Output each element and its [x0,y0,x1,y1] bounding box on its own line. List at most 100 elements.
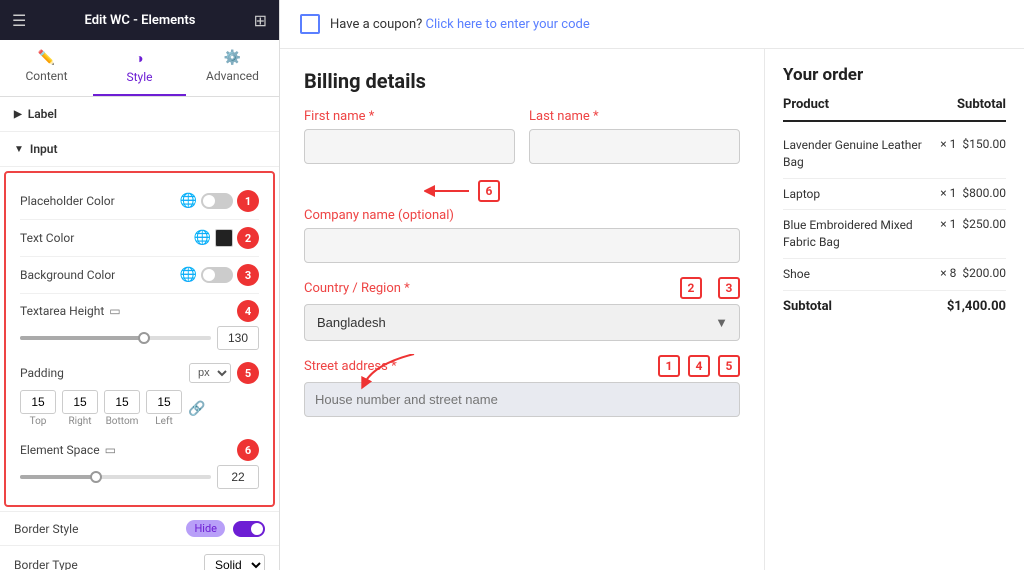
padding-bottom-label: Bottom [104,416,140,427]
input-arrow-icon: ▼ [14,144,24,155]
first-name-group: First name * [304,109,515,164]
element-space-label: Element Space ▭ [20,443,116,457]
background-color-controls: 🌐 3 [180,264,259,286]
bg-globe-icon[interactable]: 🌐 [180,267,197,283]
textarea-height-input[interactable]: 130 [217,326,259,350]
advanced-icon: ⚙️ [224,50,241,66]
padding-bottom-input[interactable] [104,390,140,414]
order-item-3-price: $200.00 [962,266,1006,280]
tab-advanced[interactable]: ⚙️ Advanced [186,40,279,96]
padding-right-label: Right [62,416,98,427]
padding-right-field: Right [62,390,98,427]
main-content: Billing details First name * Last name * [280,49,1024,570]
left-panel: ☰ Edit WC - Elements ⊞ ✏️ Content ◑ Styl… [0,0,280,570]
tab-content[interactable]: ✏️ Content [0,40,93,96]
order-item-0-name: Lavender Genuine Leather Bag [783,137,934,171]
border-type-label: Border Type [14,558,78,570]
label-arrow-icon: ▶ [14,109,22,120]
street-arrow-svg [354,354,434,390]
border-style-label: Border Style [14,522,78,536]
placeholder-globe-icon[interactable]: 🌐 [180,193,197,209]
element-space-badge: 6 [237,439,259,461]
border-type-select[interactable]: Solid [204,554,265,570]
padding-left-input[interactable] [146,390,182,414]
element-space-track[interactable] [20,475,211,479]
padding-top-input[interactable] [20,390,56,414]
billing-title: Billing details [304,69,740,93]
content-icon: ✏️ [38,50,55,66]
order-item-2-price: $250.00 [962,217,1006,231]
company-name-group: Company name (optional) [304,208,740,263]
order-item-1: Laptop × 1 $800.00 [783,179,1006,211]
order-item-0-price: $150.00 [962,137,1006,151]
street-group: Street address * 1 4 5 [304,355,740,417]
border-style-row: Border Style Hide [0,511,279,545]
annotation-badge-5: 5 [718,355,740,377]
order-item-3: Shoe × 8 $200.00 [783,259,1006,291]
order-item-1-name: Laptop [783,186,934,203]
background-color-badge: 3 [237,264,259,286]
text-color-swatch[interactable] [215,229,233,247]
order-subtotal-row: Subtotal $1,400.00 [783,291,1006,322]
order-item-2: Blue Embroidered Mixed Fabric Bag × 1 $2… [783,210,1006,259]
panel-title: Edit WC - Elements [84,13,195,28]
arrow-6-svg [424,181,474,201]
padding-right-input[interactable] [62,390,98,414]
text-color-controls: 🌐 2 [194,227,259,249]
order-item-2-name: Blue Embroidered Mixed Fabric Bag [783,217,934,251]
padding-link-icon[interactable]: 🔗 [188,401,205,417]
background-color-toggle[interactable] [201,267,233,283]
input-section-header[interactable]: ▼ Input [0,132,279,167]
coupon-icon [300,14,320,34]
padding-inputs: Top Right Bottom Left 🔗 [20,390,259,427]
order-header: Product Subtotal [783,97,1006,122]
order-item-3-qty: × 8 [934,266,962,280]
padding-left-field: Left [146,390,182,427]
panel-header: ☰ Edit WC - Elements ⊞ [0,0,279,40]
element-space-input[interactable]: 22 [217,465,259,489]
input-section-title: Input [30,142,58,156]
order-summary: Your order Product Subtotal Lavender Gen… [764,49,1024,570]
element-space-row: Element Space ▭ 6 22 [20,433,259,495]
order-item-3-name: Shoe [783,266,934,283]
annotation-badge-1: 1 [658,355,680,377]
last-name-input[interactable] [529,129,740,164]
order-item-1-qty: × 1 [934,186,962,200]
input-section-content: Placeholder Color 🌐 1 Text Color 🌐 2 Bac [4,171,275,507]
panel-body: ▶ Label ▼ Input Placeholder Color 🌐 1 Te… [0,97,279,570]
padding-badge: 5 [237,362,259,384]
text-color-label: Text Color [20,231,194,245]
country-select-wrap: Bangladesh ▼ [304,304,740,341]
style-icon: ◑ [135,50,143,67]
textarea-height-track[interactable] [20,336,211,340]
order-subtotal-label: Subtotal [783,299,832,314]
padding-unit-select[interactable]: px [189,363,231,383]
country-select[interactable]: Bangladesh [304,304,740,341]
placeholder-color-toggle[interactable] [201,193,233,209]
country-label: Country / Region * [304,281,410,296]
first-name-input[interactable] [304,129,515,164]
textarea-height-label: Textarea Height ▭ [20,304,121,318]
order-subtotal-header: Subtotal [957,97,1006,112]
border-style-toggle[interactable] [233,521,265,537]
annotation-badge-6: 6 [478,180,500,202]
padding-top-label: Top [20,416,56,427]
tab-style[interactable]: ◑ Style [93,40,186,96]
coupon-text: Have a coupon? Click here to enter your … [330,17,590,32]
menu-icon[interactable]: ☰ [12,11,26,30]
border-hide-badge: Hide [186,520,225,537]
last-name-label: Last name * [529,109,740,124]
last-name-group: Last name * [529,109,740,164]
textarea-icon: ▭ [109,304,120,318]
textarea-height-badge: 4 [237,300,259,322]
annotation-row-6: 6 [304,178,740,206]
first-name-label: First name * [304,109,515,124]
grid-icon[interactable]: ⊞ [254,11,267,30]
coupon-link[interactable]: Click here to enter your code [426,17,590,32]
company-name-input[interactable] [304,228,740,263]
text-color-badge: 2 [237,227,259,249]
padding-left-label: Left [146,416,182,427]
text-globe-icon[interactable]: 🌐 [194,230,211,246]
order-title: Your order [783,65,1006,85]
label-section-header[interactable]: ▶ Label [0,97,279,132]
